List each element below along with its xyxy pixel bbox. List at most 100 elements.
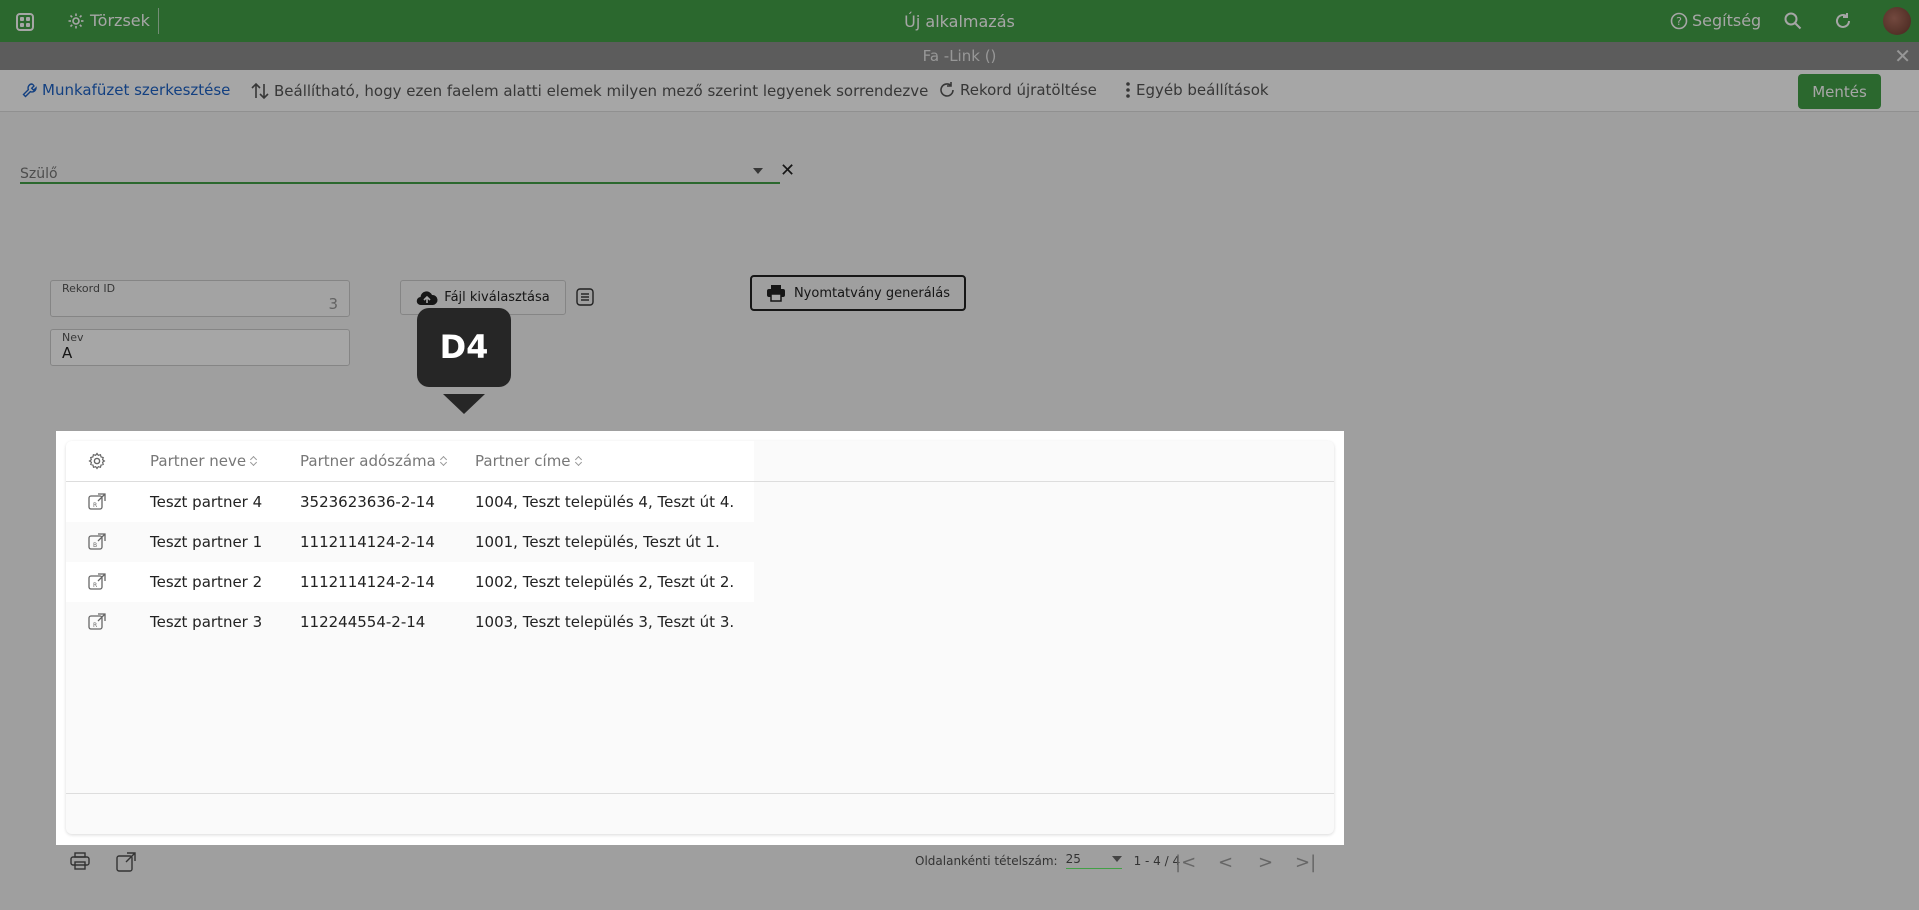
cell-partner-tax: 3523623636-2-14	[300, 493, 435, 511]
open-record-icon[interactable]: R	[88, 613, 106, 631]
cell-partner-tax: 112244554-2-14	[300, 613, 426, 631]
record-id-value: 3	[328, 295, 338, 313]
edit-workbook-button[interactable]: Munkafüzet szerkesztése	[22, 81, 230, 99]
per-page-value: 25	[1065, 852, 1081, 866]
cell-partner-name: Teszt partner 1	[150, 533, 263, 551]
callout-badge: D4	[417, 308, 511, 387]
table-row[interactable]: R Teszt partner 3 112244554-2-14 1003, T…	[66, 602, 754, 642]
table-row[interactable]: B Teszt partner 1 1112114124-2-14 1001, …	[66, 522, 754, 562]
last-page-icon[interactable]: >|	[1295, 852, 1316, 873]
first-page-icon[interactable]: |<	[1175, 852, 1196, 873]
cloud-upload-icon	[417, 290, 438, 305]
more-vert-icon	[1126, 82, 1130, 98]
generate-form-label: Nyomtatvány generálás	[793, 285, 951, 301]
parent-select[interactable]: Szülő ✕	[20, 156, 795, 184]
next-page-icon[interactable]: >	[1258, 852, 1273, 873]
reload-record-label: Rekord újratöltése	[960, 81, 1097, 99]
save-button[interactable]: Mentés	[1798, 74, 1881, 109]
cell-partner-tax: 1112114124-2-14	[300, 573, 435, 591]
dropdown-arrow-icon	[1111, 856, 1122, 862]
generate-form-button[interactable]: Nyomtatvány generálás	[750, 275, 966, 311]
sort-arrows-icon	[251, 82, 269, 100]
sort-order-label: Beállítható, hogy ezen faelem alatti ele…	[274, 82, 929, 100]
record-id-caption: Rekord ID	[62, 282, 116, 295]
cell-partner-name: Teszt partner 2	[150, 573, 263, 591]
svg-text:B: B	[93, 542, 97, 549]
help-icon: ?	[1670, 12, 1688, 29]
parent-label: Szülő	[20, 166, 58, 182]
column-header-partner-tax[interactable]: Partner adószáma	[300, 452, 448, 470]
open-record-icon[interactable]: B	[88, 533, 106, 551]
close-icon[interactable]: ✕	[1894, 42, 1911, 70]
cell-partner-name: Teszt partner 4	[150, 493, 263, 511]
table-header: Partner neve Partner adószáma Partner cí…	[66, 441, 754, 481]
edit-workbook-label: Munkafüzet szerkesztése	[42, 81, 231, 99]
divider	[158, 8, 159, 34]
callout-arrow	[443, 394, 485, 414]
svg-text:R: R	[93, 622, 97, 629]
user-avatar[interactable]	[1883, 7, 1911, 35]
torzsek-label: Törzsek	[90, 11, 150, 30]
clear-icon[interactable]: ✕	[780, 160, 795, 181]
table-footer-actions	[70, 852, 136, 872]
toolbar: Munkafüzet szerkesztése Beállítható, hog…	[0, 70, 1919, 112]
app-title: Új alkalmazás	[904, 12, 1015, 31]
file-select-label: Fájl kiválasztása	[444, 290, 550, 305]
column-header-label: Partner címe	[475, 452, 571, 470]
other-settings-label: Egyéb beállítások	[1136, 81, 1269, 99]
sort-order-button[interactable]: Beállítható, hogy ezen faelem alatti ele…	[250, 81, 928, 101]
column-header-label: Partner adószáma	[300, 452, 436, 470]
cell-partner-tax: 1112114124-2-14	[300, 533, 435, 551]
refresh-icon[interactable]	[1834, 12, 1852, 30]
sort-icon[interactable]	[575, 455, 583, 467]
search-icon[interactable]	[1784, 12, 1802, 30]
page-range: 1 - 4 / 4	[1133, 853, 1181, 868]
apps-grid-icon[interactable]	[16, 13, 34, 31]
open-record-icon[interactable]: R	[88, 493, 106, 511]
table-row[interactable]: R Teszt partner 2 1112114124-2-14 1002, …	[66, 562, 754, 602]
cell-partner-name: Teszt partner 3	[150, 613, 263, 631]
reload-icon	[940, 82, 954, 97]
dropdown-arrow-icon[interactable]	[753, 168, 763, 174]
sun-gear-icon	[68, 13, 84, 28]
name-field[interactable]: Nev A	[50, 329, 350, 366]
highlighted-table-area: Partner neve Partner adószáma Partner cí…	[56, 431, 1344, 845]
external-link-icon[interactable]	[116, 852, 136, 872]
reload-record-button[interactable]: Rekord újratöltése	[938, 81, 1097, 99]
wrench-icon	[22, 83, 37, 98]
app-bar: Törzsek Új alkalmazás ? Segítség	[0, 0, 1919, 42]
record-id-field: Rekord ID 3	[50, 280, 350, 317]
help-label: Segítség	[1692, 11, 1762, 30]
open-record-icon[interactable]: R	[88, 573, 106, 591]
window-title: Fa -Link ()	[922, 47, 997, 65]
column-header-partner-name[interactable]: Partner neve	[150, 452, 258, 470]
prev-page-icon[interactable]: <	[1218, 852, 1233, 873]
help-button[interactable]: ? Segítség	[1670, 11, 1761, 30]
printer-icon	[766, 285, 785, 302]
cell-partner-address: 1002, Teszt település 2, Teszt út 2.	[475, 573, 735, 591]
print-icon[interactable]	[70, 852, 90, 870]
partner-table: Partner neve Partner adószáma Partner cí…	[66, 441, 1334, 834]
torzsek-menu[interactable]: Törzsek	[68, 11, 150, 30]
gear-icon[interactable]	[88, 452, 106, 470]
name-value[interactable]: A	[62, 344, 338, 362]
list-details-icon[interactable]	[576, 288, 594, 306]
sort-icon[interactable]	[440, 455, 448, 467]
table-footer-divider	[66, 793, 1334, 794]
svg-text:R: R	[93, 502, 97, 509]
cell-partner-address: 1004, Teszt település 4, Teszt út 4.	[475, 493, 735, 511]
sort-icon[interactable]	[250, 455, 258, 467]
table-row[interactable]: R Teszt partner 4 3523623636-2-14 1004, …	[66, 482, 754, 522]
column-header-partner-address[interactable]: Partner címe	[475, 452, 583, 470]
name-caption: Nev	[62, 331, 84, 344]
cell-partner-address: 1001, Teszt település, Teszt út 1.	[475, 533, 720, 551]
column-header-label: Partner neve	[150, 452, 247, 470]
svg-text:?: ?	[1676, 15, 1682, 28]
window-title-bar: Fa -Link () ✕	[0, 42, 1919, 70]
per-page-label: Oldalankénti tételszám:	[915, 853, 1058, 868]
other-settings-button[interactable]: Egyéb beállítások	[1124, 81, 1269, 99]
cell-partner-address: 1003, Teszt település 3, Teszt út 3.	[475, 613, 735, 631]
pagination: Oldalankénti tételszám: 25 1 - 4 / 4	[915, 852, 1180, 869]
per-page-select[interactable]: 25	[1065, 852, 1122, 869]
svg-text:R: R	[93, 582, 97, 589]
